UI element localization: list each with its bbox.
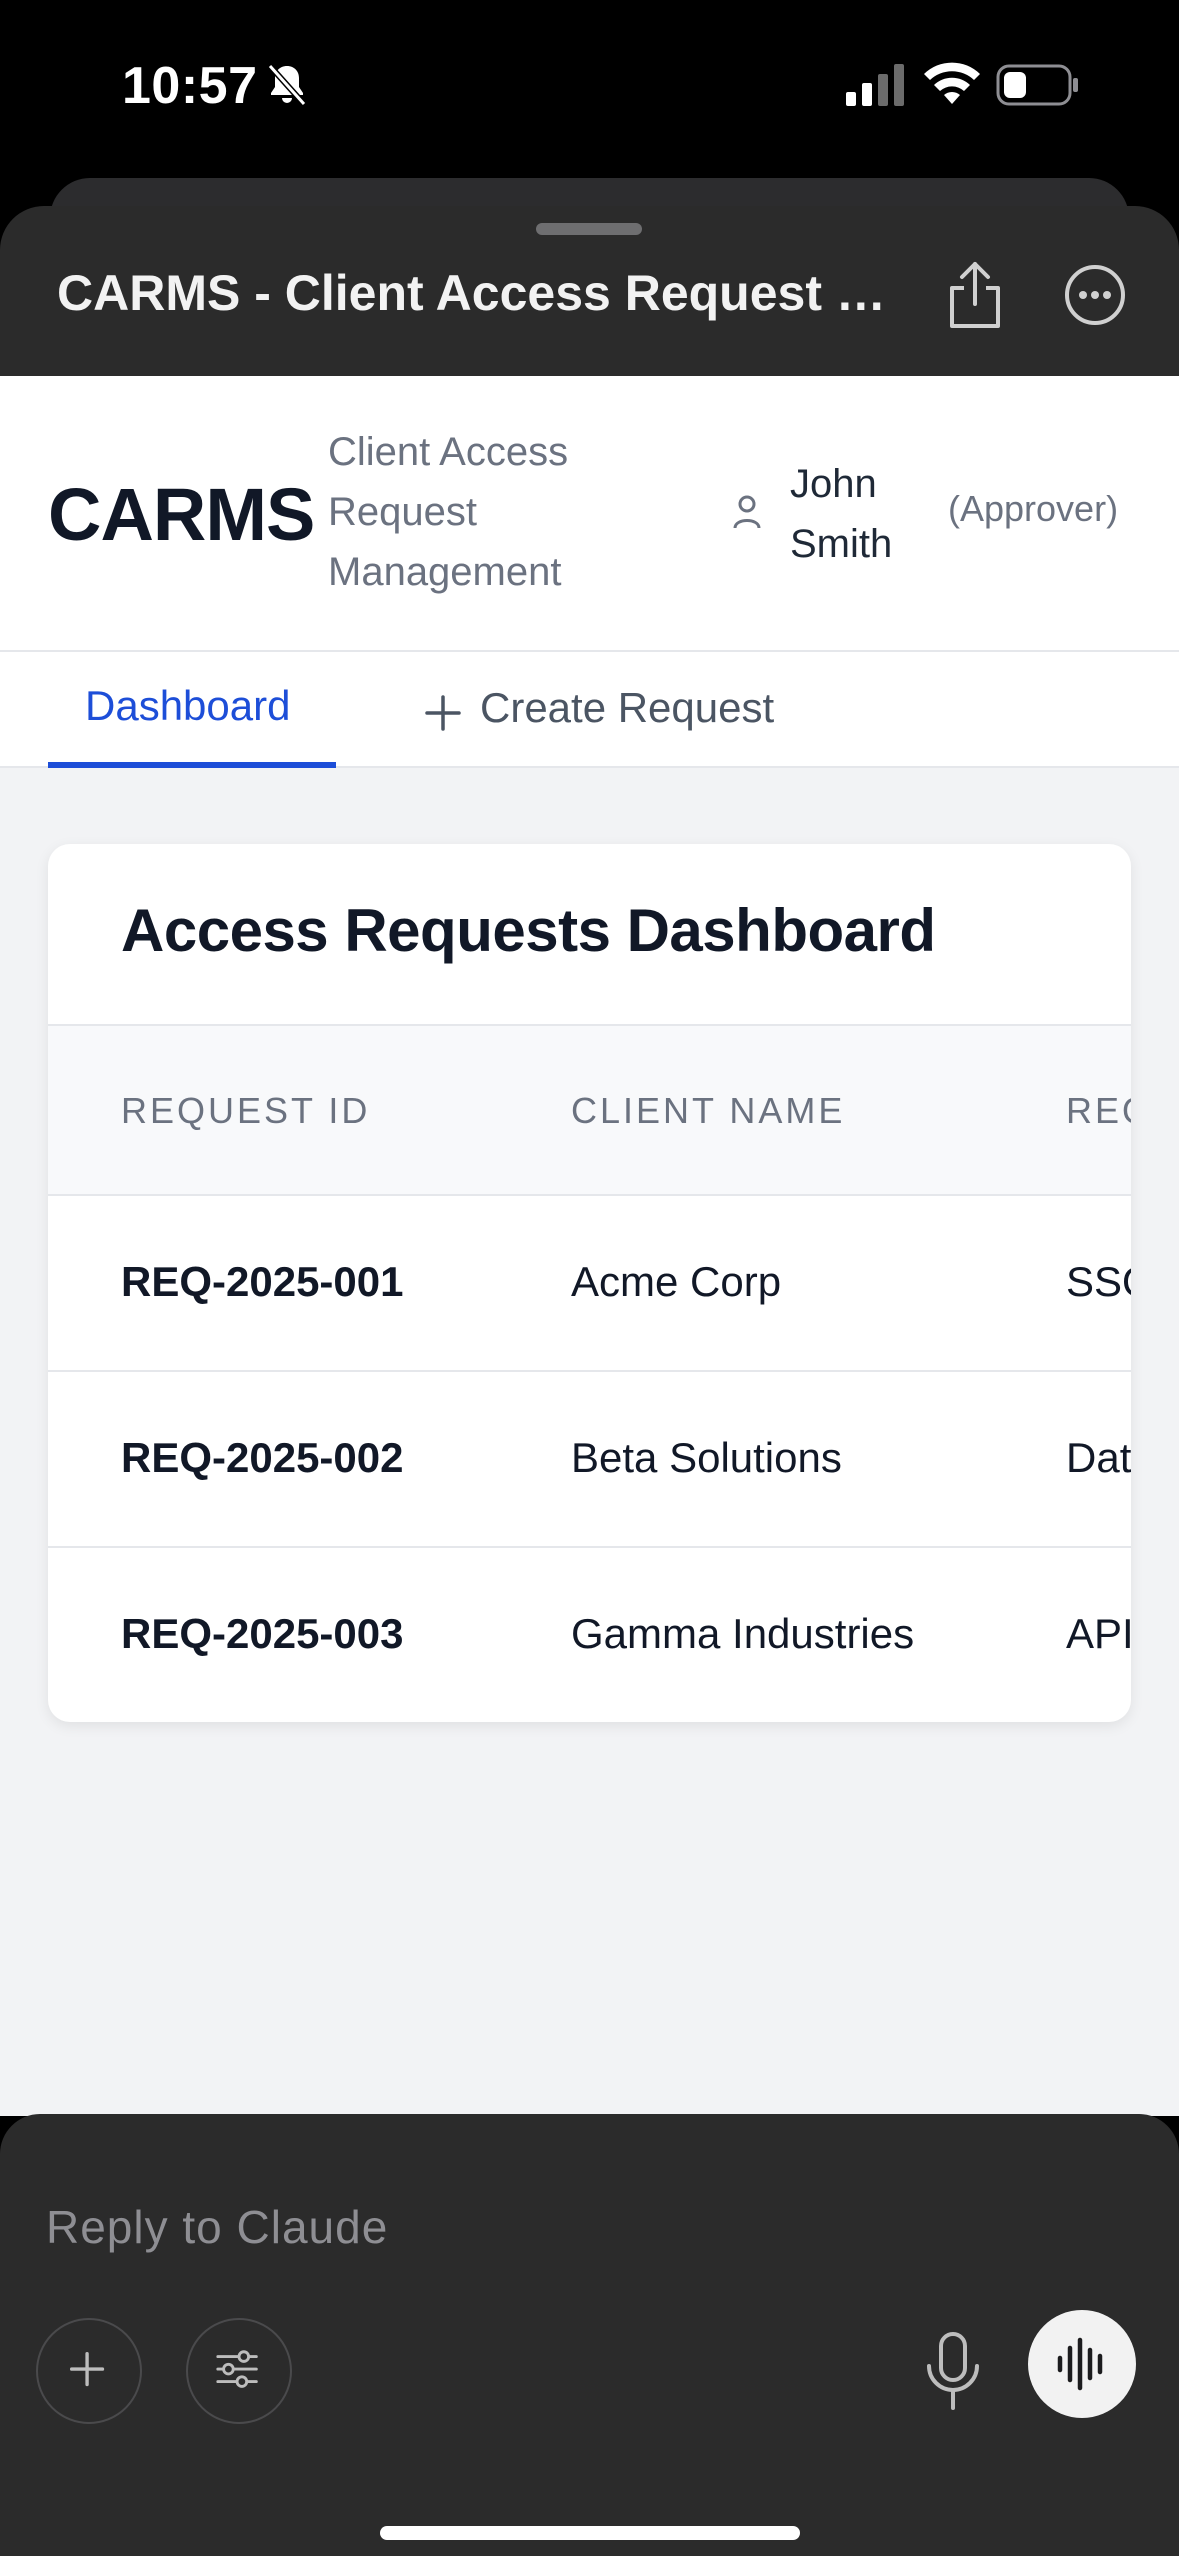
brand-subtitle: Client Access Request Management [328,430,569,594]
voice-mode-button[interactable] [1028,2310,1136,2418]
brand-logo: CARMS [48,473,315,556]
client-name-cell: Beta Solutions [571,1434,842,1481]
user-name: John Smith [790,462,893,566]
table-header: REQUEST ID CLIENT NAME REQ [48,1024,1131,1196]
plus-icon [425,695,461,731]
column-header-request-id: REQUEST ID [121,1090,371,1131]
request-id-cell: REQ-2025-002 [121,1434,404,1481]
mic-icon[interactable] [920,2330,986,2414]
artifact-webpage: CARMS Client Access Request Management J… [0,376,1179,2116]
status-time: 10:57 [122,57,258,115]
share-icon[interactable] [944,260,1006,330]
signal-icon [846,64,904,106]
drag-handle[interactable] [536,223,642,235]
user-role: (Approver) [948,488,1119,529]
table-row[interactable]: REQ-2025-002 Beta Solutions Dat [48,1372,1131,1548]
sliders-icon [216,2350,258,2388]
battery-icon [996,64,1078,106]
request-type-cell: API [1066,1610,1131,1657]
dashboard-card: Access Requests Dashboard REQUEST ID CLI… [48,844,1131,1722]
tab-dashboard-label: Dashboard [85,682,291,729]
bell-off-icon [267,63,307,107]
wifi-icon [924,62,980,104]
table-row[interactable]: REQ-2025-003 Gamma Industries API [48,1548,1131,1722]
tab-create-request[interactable]: Create Request [418,652,838,768]
reply-composer: Reply to Claude [0,2114,1179,2556]
request-type-cell: Dat [1066,1434,1131,1481]
user-icon [733,495,761,529]
client-name-cell: Gamma Industries [571,1610,915,1657]
artifact-header: CARMS - Client Access Request Management [0,206,1179,376]
reply-input[interactable]: Reply to Claude [46,2200,388,2254]
add-button[interactable] [36,2318,142,2424]
dashboard-title: Access Requests Dashboard [121,897,936,964]
request-id-cell: REQ-2025-003 [121,1610,404,1657]
settings-button[interactable] [186,2318,292,2424]
more-icon[interactable] [1064,264,1126,326]
screen: 10:57 CARMS - Client Access Request Man [0,0,1179,2556]
request-type-cell: SSO [1066,1258,1131,1305]
home-indicator[interactable] [380,2526,800,2540]
request-id-cell: REQ-2025-001 [121,1258,404,1305]
app-header: CARMS Client Access Request Management J… [0,376,1179,652]
artifact-title: CARMS - Client Access Request Management [57,265,897,321]
tab-bar: Dashboard Create Request [0,652,1179,768]
tab-create-request-label: Create Request [480,684,775,731]
column-header-client-name: CLIENT NAME [571,1090,846,1131]
tab-dashboard[interactable]: Dashboard [48,652,336,768]
table-row[interactable]: REQ-2025-001 Acme Corp SSO [48,1196,1131,1372]
plus-icon [69,2351,105,2387]
voice-waveform-icon [1057,2337,1103,2391]
column-header-request-type: REQ [1066,1090,1131,1131]
status-bar: 10:57 [0,0,1179,175]
client-name-cell: Acme Corp [571,1258,782,1305]
